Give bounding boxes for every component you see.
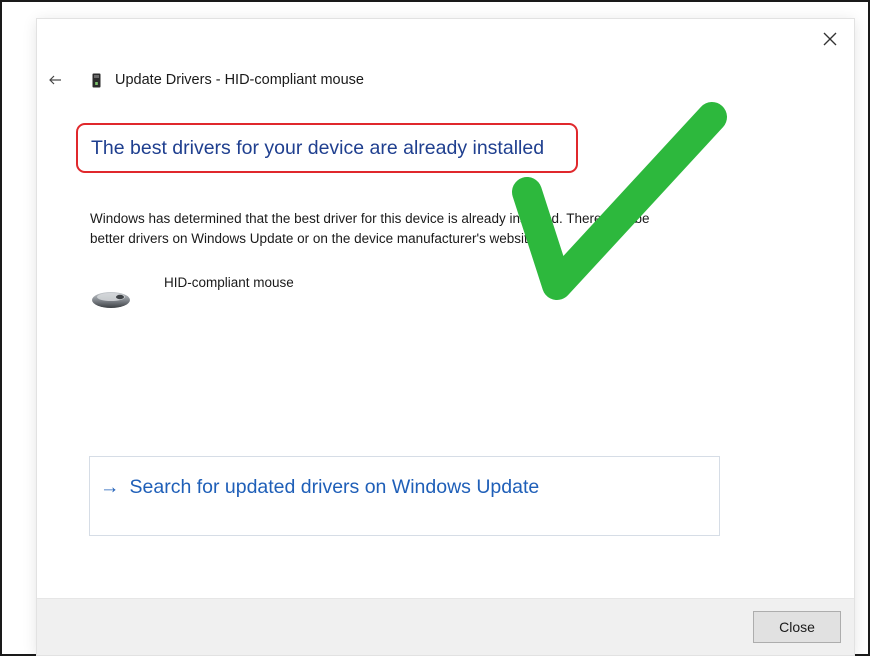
- device-icon: [92, 73, 101, 88]
- device-name: HID-compliant mouse: [164, 275, 294, 290]
- description-line-1: Windows has determined that the best dri…: [90, 211, 650, 226]
- mouse-icon: [89, 285, 133, 311]
- update-drivers-dialog: Update Drivers - HID-compliant mouse The…: [37, 19, 854, 655]
- arrow-right-icon: →: [100, 476, 120, 498]
- dialog-title: Update Drivers - HID-compliant mouse: [115, 72, 364, 88]
- search-link-label: Search for updated drivers on Windows Up…: [129, 476, 540, 498]
- description-text: Windows has determined that the best dri…: [90, 209, 770, 249]
- status-heading: The best drivers for your device are alr…: [91, 137, 545, 159]
- back-arrow-icon[interactable]: [48, 73, 62, 87]
- dialog-footer: Close: [37, 598, 854, 655]
- close-button[interactable]: Close: [753, 611, 841, 643]
- description-line-2: better drivers on Windows Update or on t…: [90, 231, 540, 246]
- screenshot-frame: Update Drivers - HID-compliant mouse The…: [0, 0, 870, 656]
- search-windows-update-option[interactable]: → Search for updated drivers on Windows U…: [89, 456, 720, 536]
- search-windows-update-link[interactable]: → Search for updated drivers on Windows U…: [100, 476, 539, 499]
- close-icon[interactable]: [820, 29, 840, 49]
